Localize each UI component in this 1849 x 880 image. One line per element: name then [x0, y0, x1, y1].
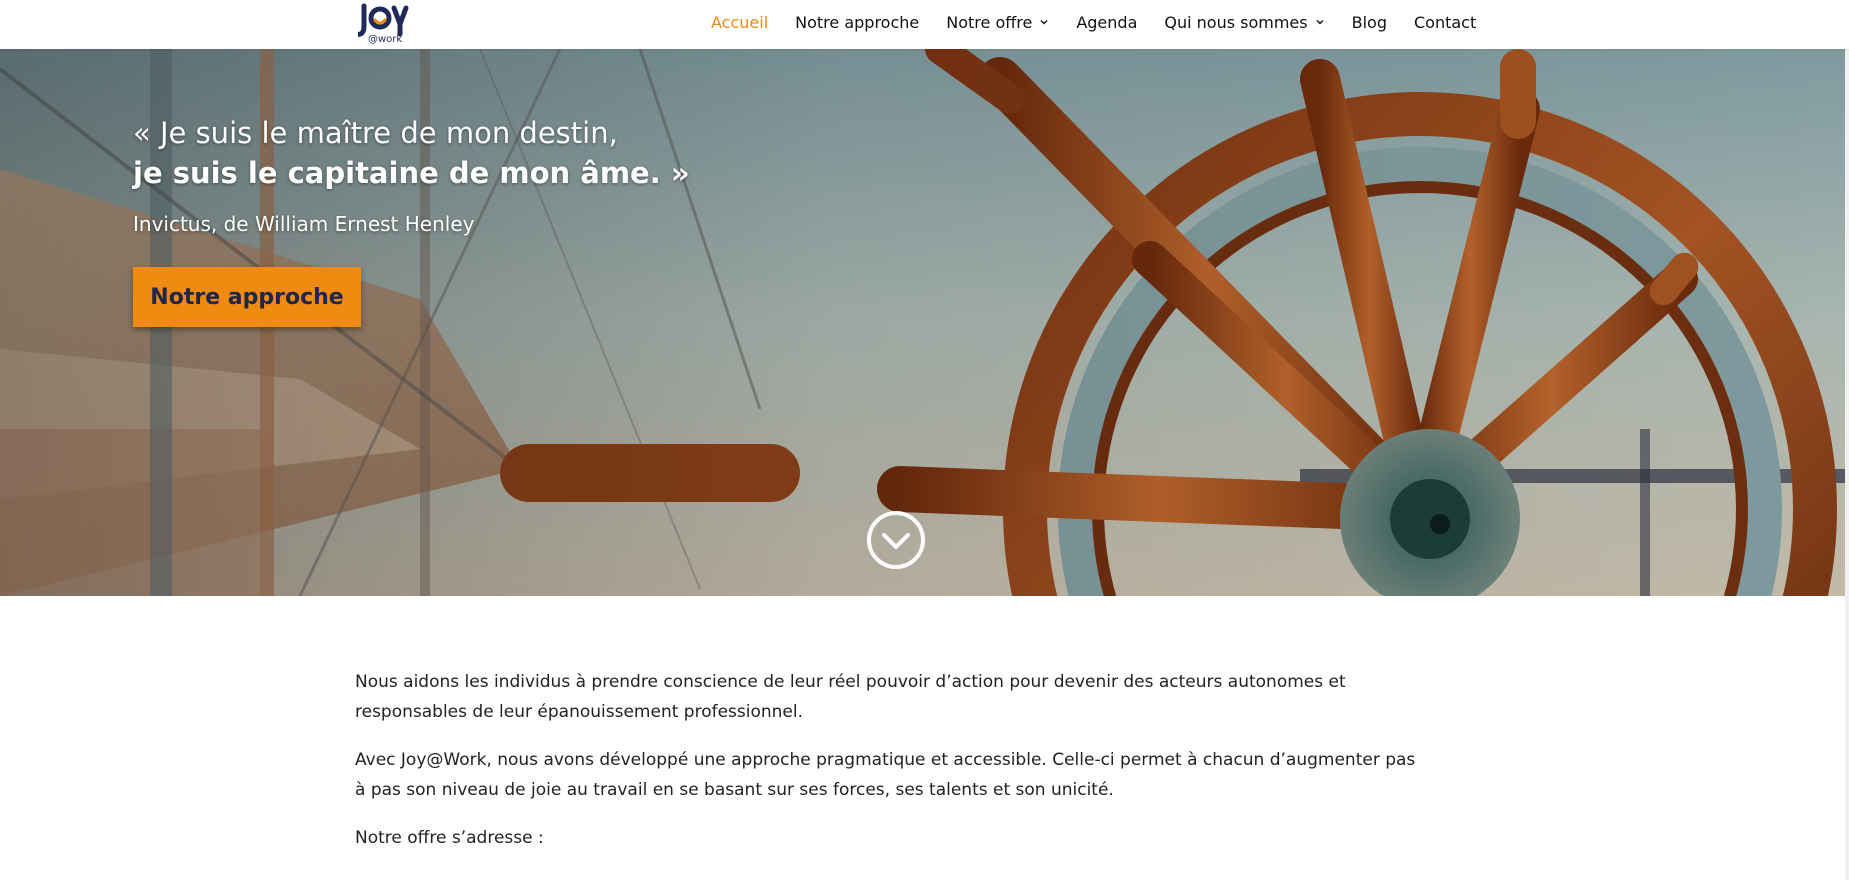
hero-quote: « Je suis le maître de mon destin, je su…: [133, 113, 693, 193]
quote-attribution: Invictus, de William Ernest Henley: [133, 212, 475, 236]
intro-paragraph: Avec Joy@Work, nous avons développé une …: [355, 750, 1416, 800]
nav-label: Blog: [1351, 12, 1387, 32]
quote-line-2: je suis le capitaine de mon âme. »: [133, 156, 690, 190]
hero-text: « Je suis le maître de mon destin, je su…: [133, 113, 693, 236]
nav-item-agenda[interactable]: Agenda: [1076, 13, 1137, 32]
nav-item-accueil[interactable]: Accueil: [711, 13, 768, 32]
chevron-down-icon: [1316, 20, 1324, 25]
intro-paragraph: Nous aidons les individus à prendre cons…: [355, 672, 1346, 722]
nav-label: Contact: [1413, 12, 1477, 32]
nav-label: Notre offre: [946, 12, 1033, 32]
hero-section: « Je suis le maître de mon destin, je su…: [0, 49, 1849, 596]
site-header: @work Accueil Notre approche Notre offre…: [0, 0, 1849, 49]
quote-line-1: « Je suis le maître de mon destin,: [133, 116, 618, 150]
scroll-down-icon[interactable]: [866, 510, 926, 570]
nav-label: Agenda: [1076, 12, 1138, 32]
intro-content: Nous aidons les individus à prendre cons…: [355, 667, 1420, 871]
notre-approche-button[interactable]: Notre approche: [133, 267, 361, 327]
nav-label: Notre approche: [795, 12, 920, 32]
joy-at-work-logo[interactable]: @work: [353, 2, 418, 45]
main-nav: Accueil Notre approche Notre offre Agend…: [711, 0, 1476, 44]
chevron-down-icon: [1040, 20, 1048, 25]
page-scrollbar[interactable]: [1845, 49, 1849, 880]
intro-paragraph: Notre offre s’adresse :: [355, 828, 544, 848]
nav-label: Accueil: [711, 12, 769, 32]
nav-item-notre-offre[interactable]: Notre offre: [946, 13, 1049, 32]
page: @work Accueil Notre approche Notre offre…: [0, 0, 1849, 880]
nav-item-qui-nous-sommes[interactable]: Qui nous sommes: [1164, 13, 1324, 32]
nav-item-blog[interactable]: Blog: [1352, 13, 1387, 32]
nav-item-notre-approche[interactable]: Notre approche: [795, 13, 919, 32]
svg-text:@work: @work: [368, 34, 402, 44]
nav-label: Qui nous sommes: [1164, 12, 1308, 32]
nav-item-contact[interactable]: Contact: [1414, 13, 1476, 32]
